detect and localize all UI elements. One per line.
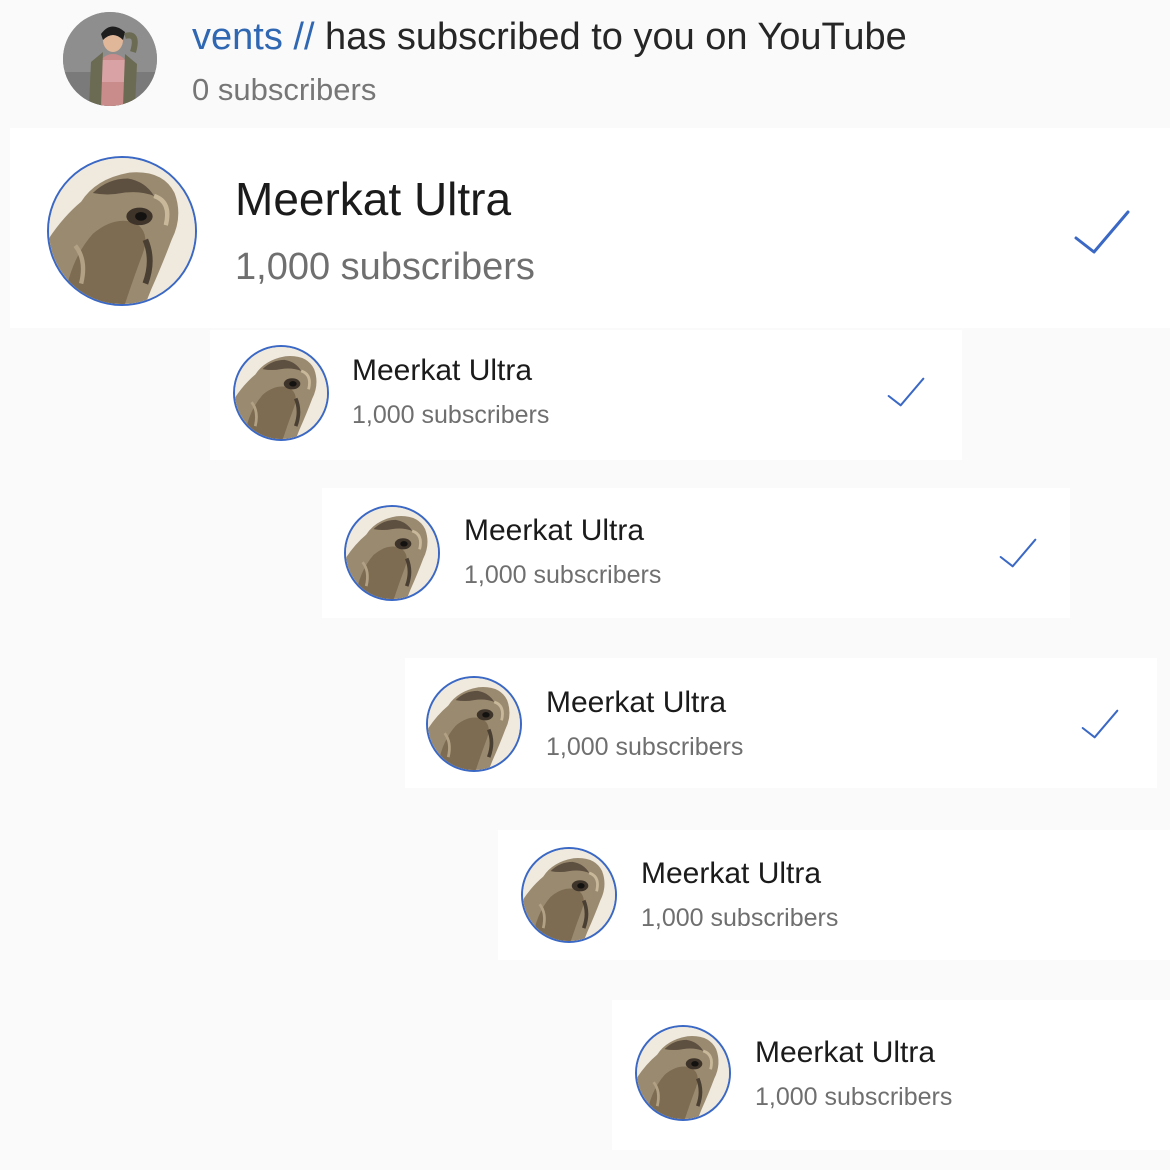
notification-subscriber-count: 0 subscribers — [192, 72, 377, 107]
channel-subscriber-count: 1,000 subscribers — [546, 733, 744, 761]
channel-avatar[interactable] — [521, 847, 617, 943]
channel-subscriber-count: 1,000 subscribers — [755, 1083, 953, 1111]
notification-message: vents // has subscribed to you on YouTub… — [192, 16, 907, 59]
user-avatar[interactable] — [63, 12, 157, 106]
checkmark-icon[interactable] — [998, 537, 1038, 569]
checkmark-icon[interactable] — [886, 376, 926, 408]
channel-avatar[interactable] — [635, 1025, 731, 1121]
channel-avatar[interactable] — [233, 345, 329, 441]
notification-header: vents // has subscribed to you on YouTub… — [0, 0, 1170, 120]
channel-name[interactable]: Meerkat Ultra — [235, 172, 511, 226]
channel-avatar[interactable] — [426, 676, 522, 772]
channel-subscriber-count: 1,000 subscribers — [464, 561, 662, 589]
channel-name[interactable]: Meerkat Ultra — [464, 514, 644, 548]
channel-name[interactable]: Meerkat Ultra — [641, 857, 821, 891]
channel-name[interactable]: Meerkat Ultra — [546, 686, 726, 720]
channel-name[interactable]: Meerkat Ultra — [352, 354, 532, 388]
channel-subscriber-count: 1,000 subscribers — [235, 246, 535, 288]
checkmark-icon[interactable] — [1072, 208, 1132, 256]
notification-username[interactable]: vents // — [192, 16, 315, 58]
channel-name[interactable]: Meerkat Ultra — [755, 1036, 935, 1070]
channel-avatar[interactable] — [47, 156, 197, 306]
channel-avatar[interactable] — [344, 505, 440, 601]
notification-text: has subscribed to you on YouTube — [314, 16, 907, 58]
channel-subscriber-count: 1,000 subscribers — [352, 401, 550, 429]
channel-subscriber-count: 1,000 subscribers — [641, 904, 839, 932]
checkmark-icon[interactable] — [1080, 708, 1120, 740]
